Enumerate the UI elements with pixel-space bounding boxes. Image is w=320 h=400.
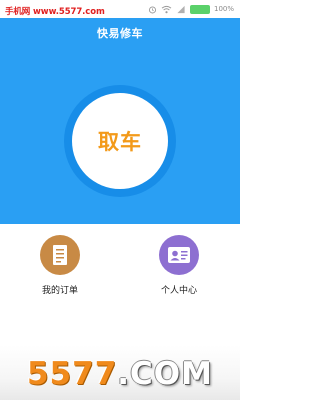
watermark-number: 5577: [26, 356, 118, 392]
my-orders-label: 我的订单: [41, 286, 78, 296]
personal-center-button[interactable]: 个人中心: [139, 235, 219, 296]
wifi-icon: [161, 5, 172, 13]
site-watermark-logo: 5577.COM: [0, 356, 240, 392]
watermark-domain: .COM: [117, 356, 213, 392]
my-orders-button[interactable]: 我的订单: [20, 235, 100, 296]
hero-banner: 快易修车 取车: [0, 18, 240, 224]
id-card-icon: [159, 235, 199, 275]
pickup-car-label: 取车: [98, 130, 142, 154]
signal-icon: [177, 5, 185, 13]
personal-center-label: 个人中心: [160, 286, 197, 296]
app-screen: 手机网 www.5577.com 100% 快易修车 取车 我的订单 个人中心 …: [0, 0, 240, 400]
page-title: 快易修车: [97, 27, 143, 40]
system-icons: 100%: [148, 3, 234, 15]
alarm-icon: [148, 5, 156, 13]
site-watermark-top: 手机网 www.5577.com: [5, 7, 105, 17]
battery-percent: 100%: [213, 5, 234, 13]
status-bar: 手机网 www.5577.com 100%: [0, 0, 240, 18]
battery-icon: [189, 4, 210, 14]
document-icon: [40, 235, 80, 275]
pickup-ring: 取车: [64, 85, 176, 197]
pickup-car-button[interactable]: 取车: [72, 93, 168, 189]
